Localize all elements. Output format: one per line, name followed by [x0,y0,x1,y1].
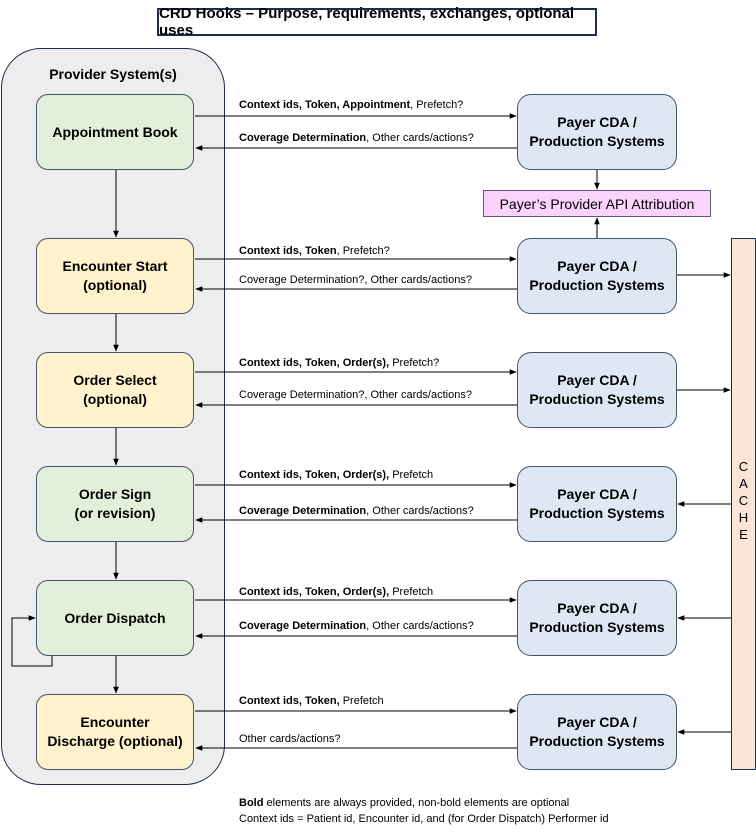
footnote-context-ids: Context ids = Patient id, Encounter id, … [239,812,609,825]
footnote-bold-legend: Bold elements are always provided, non-b… [239,797,570,809]
connector-layer [11,113,731,751]
dispatch-loop-arrow [11,615,53,667]
footnotes: Bold elements are always provided, non-b… [239,796,609,827]
